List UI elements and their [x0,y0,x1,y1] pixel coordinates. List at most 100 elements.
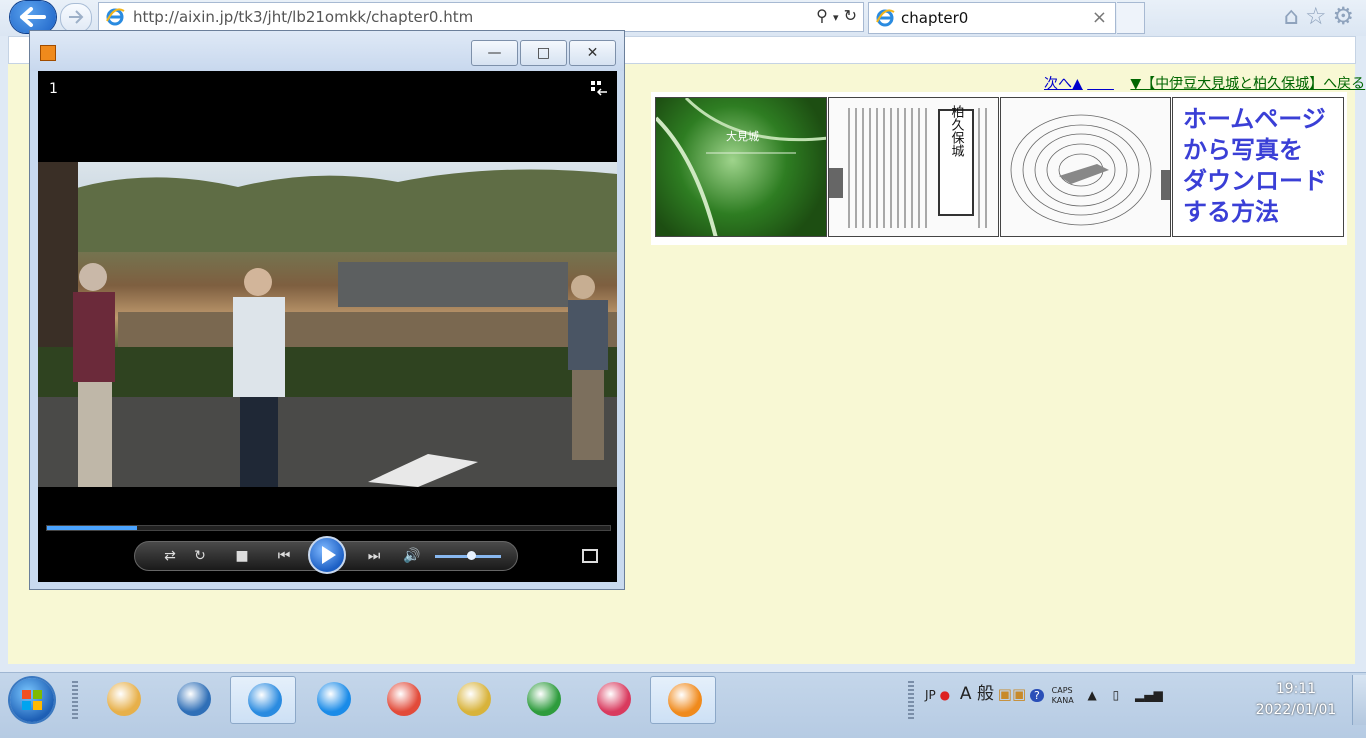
previous-button[interactable]: ⏮ [267,545,301,567]
start-button[interactable] [10,678,54,722]
wmp-icon [668,683,702,717]
caps-indicator: CAPS [1051,685,1073,695]
media-player-window[interactable]: — □ ✕ 1 ⇄ ↻ ■ ⏮ ⏭ 🔊 [29,30,625,590]
ie-icon [248,683,282,717]
taskbar-paint-button[interactable] [90,676,156,724]
tab-title: chapter0 [901,9,969,27]
windows-logo-icon [22,690,42,710]
kana-indicator: KANA [1051,695,1074,705]
ime-tools-icon[interactable]: ▣▣ [998,685,1026,703]
tray-grip [908,681,914,721]
switch-to-library-icon[interactable] [591,81,607,97]
wmp-app-icon [40,45,56,61]
playback-controls: ⇄ ↻ ■ ⏮ ⏭ 🔊 [134,536,518,574]
player-title-bar[interactable]: — □ ✕ [30,31,624,71]
show-desktop-button[interactable] [1352,675,1366,725]
tab-chapter0[interactable]: chapter0 × [868,2,1116,34]
gear-icon[interactable]: ⚙ [1332,2,1360,30]
ime-mode[interactable]: A 般 [960,684,994,704]
next-button[interactable]: ⏭ [357,545,391,567]
volume-slider[interactable] [435,551,501,560]
taskbar-file-manager-button[interactable] [440,676,506,724]
contour-map-image [1010,114,1170,226]
maximize-button[interactable]: □ [520,40,567,66]
show-hidden-icons[interactable]: ▲ [1088,688,1097,702]
system-tray: JP ● A 般 ▣▣ ? CAPS KANA ▲ ▯ ▂▄▆ [925,679,1163,706]
ie-page-icon [106,8,125,26]
person-right [568,275,608,460]
taskbar-ffftp-button[interactable] [510,676,576,724]
thumbnail-strip: 大見城 柏久保城 ホームページ から写真を ダウンロード する方法 [651,92,1347,245]
person-center [233,268,285,487]
drop-icon [317,682,351,716]
aerial-map-thumbnail[interactable]: 大見城 [655,97,827,237]
ffftp-icon [527,682,561,716]
video-scene [38,162,617,487]
thunderbird-icon [177,682,211,716]
video-frame[interactable] [38,162,617,487]
shuffle-icon[interactable]: ⇄ [159,545,181,567]
clock-time: 19:11 [1275,681,1317,697]
forward-button[interactable] [60,3,92,33]
dropdown-icon[interactable]: ▾ [833,11,839,24]
ime-icon[interactable]: ● [940,688,950,702]
taskbar-ie-button[interactable] [230,676,296,724]
help-icon[interactable]: ? [1029,689,1044,702]
stop-button[interactable]: ■ [231,545,253,567]
play-icon [322,546,336,564]
howto-line-1: ホームページ [1183,105,1326,133]
seek-bar[interactable] [46,525,611,531]
howto-line-2: から写真を [1183,136,1303,164]
close-window-button[interactable]: ✕ [569,40,616,66]
book-page-image: 柏久保城 [829,105,987,228]
clock[interactable]: 19:11 2022/01/01 [1248,679,1344,721]
new-tab-button[interactable] [1117,2,1145,34]
aerial-map-label: 大見城 [726,129,759,143]
forward-arrow-icon [69,10,84,24]
taskbar-scissors-button[interactable] [580,676,646,724]
device-icon[interactable]: ▯ [1113,688,1120,702]
next-link[interactable]: 次へ▲ [1044,76,1083,92]
play-button[interactable] [308,536,346,574]
clock-date: 2022/01/01 [1255,702,1337,718]
repeat-icon[interactable]: ↻ [189,545,211,567]
book-page-thumbnail[interactable]: 柏久保城 [828,97,999,237]
back-button[interactable] [10,1,56,33]
howto-line-4: する方法 [1183,198,1279,226]
address-bar[interactable]: http://aixin.jp/tk3/jht/lb21omkk/chapter… [98,2,864,32]
mute-speaker-icon[interactable]: 🔊 [401,545,423,567]
player-screen: 1 ⇄ ↻ ■ ⏮ ⏭ 🔊 [38,71,617,582]
video-number: 1 [49,81,58,97]
chrome-icon [387,682,421,716]
paint-icon [107,682,141,716]
home-icon[interactable]: ⌂ [1284,2,1305,30]
url-text: http://aixin.jp/tk3/jht/lb21omkk/chapter… [133,8,474,26]
aerial-photo: 大見城 [656,98,826,236]
close-tab-icon[interactable]: × [1092,7,1107,28]
taskbar-chrome-button[interactable] [370,676,436,724]
back-arrow-icon [20,7,46,27]
taskbar: JP ● A 般 ▣▣ ? CAPS KANA ▲ ▯ ▂▄▆ 19:11 20… [0,672,1366,738]
seek-progress [47,526,138,530]
search-icon[interactable]: ⚲ [816,6,828,25]
refresh-icon[interactable]: ↻ [844,6,857,25]
ie-tab-icon [876,9,895,27]
nav-links: 次へ▲ ▼【中伊豆大見城と柏久保城】へ戻る [1044,73,1365,93]
person-left [73,263,115,487]
howto-line-3: ダウンロード [1183,167,1327,195]
book-page-label: 柏久保城 [949,105,965,158]
back-to-chapter-link[interactable]: ▼【中伊豆大見城と柏久保城】へ戻る [1130,76,1365,92]
scissors-icon [597,682,631,716]
contour-map-thumbnail[interactable] [1000,97,1171,237]
fullscreen-icon[interactable] [582,549,598,563]
minimize-button[interactable]: — [471,40,518,66]
taskbar-wmp-button[interactable] [650,676,716,724]
file-manager-icon [457,682,491,716]
favorites-star-icon[interactable]: ☆ [1305,2,1333,30]
download-howto-thumbnail[interactable]: ホームページ から写真を ダウンロード する方法 [1172,97,1344,237]
volume-knob[interactable] [467,551,477,560]
taskbar-drop-button[interactable] [300,676,366,724]
network-signal-icon[interactable]: ▂▄▆ [1135,688,1163,702]
language-indicator[interactable]: JP [925,688,936,702]
taskbar-thunderbird-button[interactable] [160,676,226,724]
